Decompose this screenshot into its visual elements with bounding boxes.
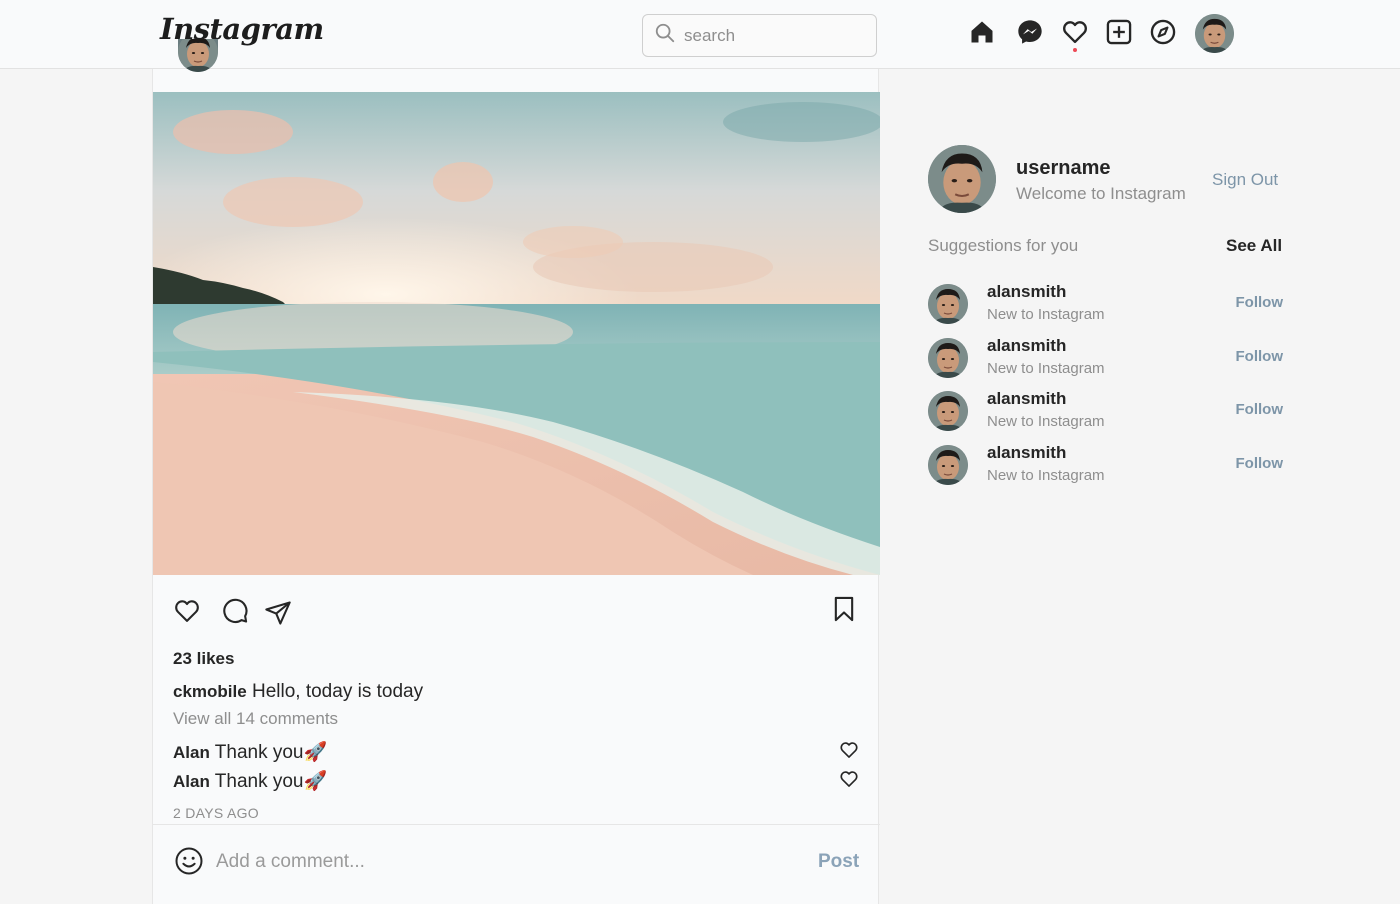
suggestion-subtitle: New to Instagram xyxy=(987,360,1105,377)
follow-button[interactable]: Follow xyxy=(1236,455,1284,472)
post-image[interactable] xyxy=(153,92,880,575)
suggestion-avatar[interactable] xyxy=(928,338,968,378)
sign-out-button[interactable]: Sign Out xyxy=(1212,170,1278,190)
search-input[interactable] xyxy=(684,25,864,46)
sidebar-profile-avatar[interactable] xyxy=(928,145,996,213)
view-all-comments-link[interactable]: View all 14 comments xyxy=(173,709,338,729)
search-icon xyxy=(654,22,676,49)
profile-avatar[interactable] xyxy=(1195,14,1234,53)
likes-count[interactable]: 23 likes xyxy=(173,649,234,669)
suggestion-item: alansmith New to Instagram Follow xyxy=(928,336,1284,378)
suggestion-item: alansmith New to Instagram Follow xyxy=(928,389,1284,431)
activity-heart-icon[interactable] xyxy=(1061,18,1089,52)
sidebar-welcome-text: Welcome to Instagram xyxy=(1016,184,1186,203)
caption-text: Hello, today is today xyxy=(251,681,424,702)
follow-button[interactable]: Follow xyxy=(1236,348,1284,365)
explore-icon[interactable] xyxy=(1149,18,1177,46)
emoji-icon[interactable] xyxy=(174,846,204,876)
suggestion-item: alansmith New to Instagram Follow xyxy=(928,443,1284,485)
suggestions-title: Suggestions for you xyxy=(928,236,1079,255)
post-card: 23 likes ckmobile Hello, today is today … xyxy=(152,69,880,904)
suggestion-subtitle: New to Instagram xyxy=(987,467,1105,484)
sidebar-username[interactable]: username xyxy=(1016,157,1111,180)
comment-item: Alan Thank you🚀 xyxy=(173,740,863,764)
add-comment-bar: Post xyxy=(153,824,880,894)
suggestion-avatar[interactable] xyxy=(928,391,968,431)
like-icon[interactable] xyxy=(173,597,201,625)
notification-dot xyxy=(1073,48,1077,52)
suggestion-username[interactable]: alansmith xyxy=(987,336,1066,356)
follow-button[interactable]: Follow xyxy=(1236,401,1284,418)
post-caption: ckmobile Hello, today is today xyxy=(173,681,423,703)
suggestion-subtitle: New to Instagram xyxy=(987,413,1105,430)
comment-item: Alan Thank you🚀 xyxy=(173,769,863,793)
caption-username[interactable]: ckmobile xyxy=(173,682,247,701)
messenger-icon[interactable] xyxy=(1016,18,1044,46)
comment-input[interactable] xyxy=(216,847,776,877)
new-post-icon[interactable] xyxy=(1105,18,1133,46)
share-icon[interactable] xyxy=(264,599,292,627)
comment-text: Thank you🚀 xyxy=(214,742,328,763)
bookmark-icon[interactable] xyxy=(830,595,858,623)
suggestion-item: alansmith New to Instagram Follow xyxy=(928,282,1284,324)
comment-username[interactable]: Alan xyxy=(173,743,210,762)
comment-like-icon[interactable] xyxy=(839,769,859,789)
comment-username[interactable]: Alan xyxy=(173,772,210,791)
suggestion-subtitle: New to Instagram xyxy=(987,306,1105,323)
comment-like-icon[interactable] xyxy=(839,740,859,760)
suggestion-avatar[interactable] xyxy=(928,284,968,324)
suggestion-username[interactable]: alansmith xyxy=(987,282,1066,302)
search-box[interactable] xyxy=(642,14,877,57)
see-all-link[interactable]: See All xyxy=(1226,236,1282,256)
home-icon[interactable] xyxy=(968,18,996,46)
suggestion-username[interactable]: alansmith xyxy=(987,443,1066,463)
follow-button[interactable]: Follow xyxy=(1236,294,1284,311)
suggestion-username[interactable]: alansmith xyxy=(987,389,1066,409)
comment-text: Thank you🚀 xyxy=(214,771,328,792)
comment-icon[interactable] xyxy=(221,597,249,625)
post-timestamp: 2 DAYS AGO xyxy=(173,805,259,821)
suggestion-avatar[interactable] xyxy=(928,445,968,485)
post-comment-button[interactable]: Post xyxy=(818,851,859,873)
